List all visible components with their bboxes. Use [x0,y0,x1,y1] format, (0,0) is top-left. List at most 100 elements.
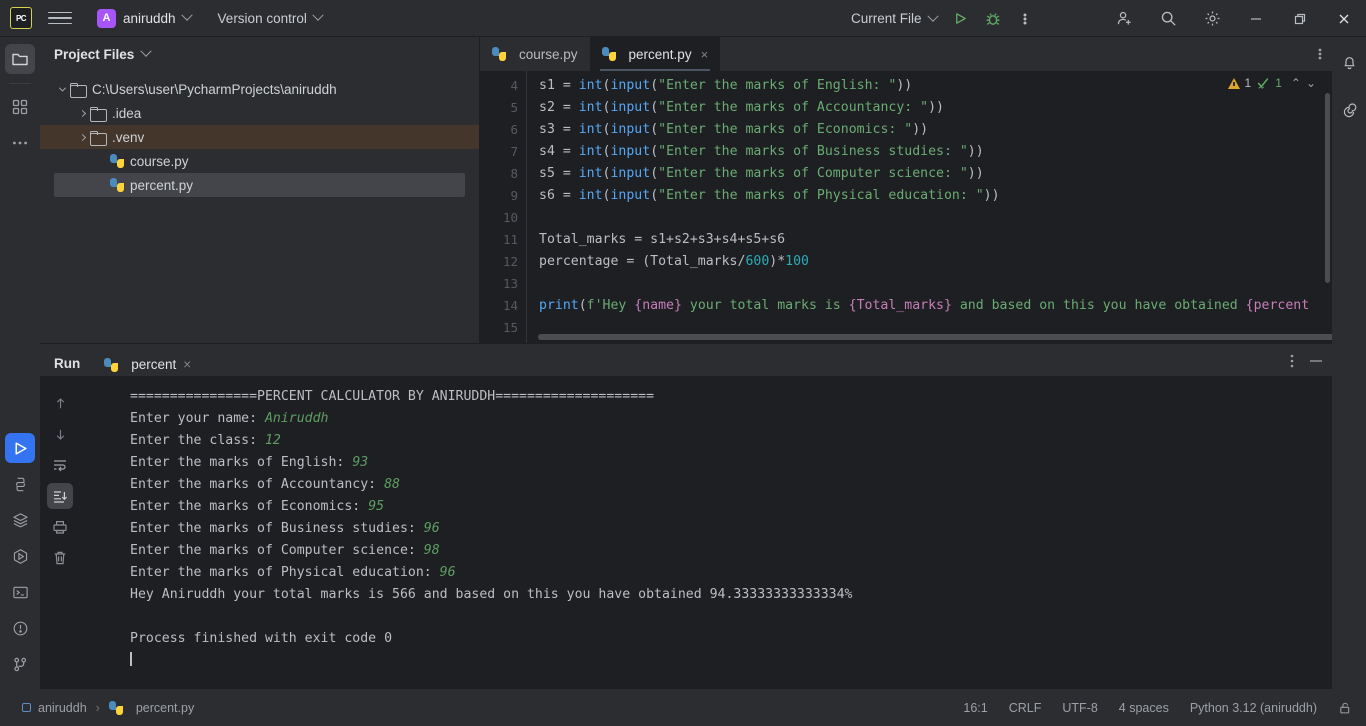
add-user-icon[interactable] [1102,0,1146,37]
restore-icon[interactable] [1278,0,1322,37]
console-text: Enter the marks of Business studies: [130,521,424,536]
tree-item[interactable]: .idea [40,101,479,125]
scroll-to-end-icon[interactable] [47,483,73,509]
tree-item[interactable]: percent.py [54,173,465,197]
code-token: and based on this you have obtained [951,298,1246,313]
scroll-down-icon[interactable] [47,421,73,447]
chevron-right-icon[interactable] [74,133,90,141]
sidebar-item-more-tool-windows[interactable] [5,128,35,158]
breadcrumb-project[interactable]: aniruddh [38,701,87,715]
console-output[interactable]: ================PERCENT CALCULATOR BY AN… [80,376,1332,689]
code-line[interactable]: s5 = int(input("Enter the marks of Compu… [539,163,1309,185]
close-icon[interactable]: × [701,47,709,62]
project-widget[interactable]: A aniruddh [90,6,198,31]
debug-button[interactable] [979,6,1007,32]
code-token: "Enter the marks of Economics: " [658,122,913,137]
tree-item[interactable]: .venv [40,125,479,149]
right-tool-rail [1332,37,1366,689]
code-line[interactable]: print(f'Hey {name} your total marks is {… [539,295,1309,317]
line-number: 10 [502,210,518,225]
minimize-icon[interactable] [1234,0,1278,37]
console-line: Enter the marks of English: 93 [130,452,1332,474]
code-token: int [578,166,603,181]
code-token: s6 = [539,188,579,203]
unlocked-padlock-icon[interactable] [1338,701,1352,715]
sidebar-item-python-packages[interactable] [5,469,35,499]
code-line[interactable] [539,207,1309,229]
next-problem-icon[interactable]: ⌄ [1306,76,1316,90]
chevron-down-icon[interactable] [54,84,70,92]
inspection-widget[interactable]: 1 1 ⌃ ⌄ [1227,76,1316,90]
code-line[interactable]: s3 = int(input("Enter the marks of Econo… [539,119,1309,141]
folder-icon [70,82,87,98]
notifications-bell-icon[interactable] [1334,47,1364,77]
status-bar-right: 16:1 CRLF UTF-8 4 spaces Python 3.12 (an… [963,701,1352,715]
source-code[interactable]: s1 = int(input("Enter the marks of Engli… [526,71,1309,343]
scroll-up-icon[interactable] [47,390,73,416]
run-button[interactable] [947,6,975,32]
version-control-label: Version control [217,10,307,26]
version-control-widget[interactable]: Version control [217,9,324,26]
code-line[interactable]: s2 = int(input("Enter the marks of Accou… [539,97,1309,119]
hide-panel-icon[interactable] [1308,353,1324,372]
code-editor[interactable]: 4 5 6 7 8 9 10 11 12 13 14 15 s1 = int(input("Enter… [480,71,1332,343]
clear-all-icon[interactable] [47,545,73,571]
code-token: ( [650,100,659,115]
soft-wrap-icon[interactable] [47,452,73,478]
code-token: )) [928,100,944,115]
console-line: Enter the marks of Business studies: 96 [130,518,1332,540]
code-token: 100 [785,254,809,269]
file-encoding[interactable]: UTF-8 [1062,701,1097,715]
sidebar-item-database[interactable] [5,505,35,535]
python-interpreter[interactable]: Python 3.12 (aniruddh) [1190,701,1317,715]
sidebar-item-run[interactable] [5,433,35,463]
run-panel-options-icon[interactable] [1290,353,1294,372]
gear-icon[interactable] [1190,0,1234,37]
caret-position[interactable]: 16:1 [963,701,987,715]
run-configuration-selector[interactable]: Current File [845,8,943,29]
line-number: 14 [502,298,518,313]
status-bar: aniruddh › percent.py 16:1 CRLF UTF-8 4 … [0,689,1366,726]
run-panel-header: Run percent × [40,344,1332,380]
code-line[interactable]: Total_marks = s1+s2+s3+s4+s5+s6 [539,229,1309,251]
sidebar-item-problems[interactable] [5,613,35,643]
breadcrumb[interactable]: aniruddh › percent.py [22,700,194,715]
close-icon[interactable] [1322,0,1366,37]
tree-item[interactable]: course.py [40,149,479,173]
ai-assistant-icon[interactable] [1334,97,1364,127]
sidebar-item-project-files[interactable] [5,44,35,74]
indent-setting[interactable]: 4 spaces [1119,701,1169,715]
sidebar-item-structure[interactable] [5,92,35,122]
code-line[interactable] [539,273,1309,295]
chevron-right-icon[interactable] [74,109,90,117]
project-files-header[interactable]: Project Files [40,37,479,71]
sidebar-item-services[interactable] [5,541,35,571]
hamburger-menu-icon[interactable] [48,6,72,30]
python-file-icon [110,178,124,192]
warning-count: 1 [1244,76,1252,90]
close-icon[interactable]: × [183,357,191,372]
editor-tab[interactable]: course.py [480,37,590,71]
editor-tab-label: course.py [519,46,578,62]
pycharm-logo-icon: PC [10,7,32,29]
sidebar-item-version-control[interactable] [5,649,35,679]
breadcrumb-file[interactable]: percent.py [136,701,194,715]
search-icon[interactable] [1146,0,1190,37]
editor-tab-options-icon[interactable] [1318,46,1322,65]
code-line[interactable]: s6 = int(input("Enter the marks of Physi… [539,185,1309,207]
code-token: "Enter the marks of Accountancy: " [658,100,929,115]
line-separator[interactable]: CRLF [1009,701,1042,715]
code-line[interactable]: percentage = (Total_marks/600)*100 [539,251,1309,273]
code-line[interactable]: s4 = int(input("Enter the marks of Busin… [539,141,1309,163]
code-line[interactable]: s1 = int(input("Enter the marks of Engli… [539,75,1309,97]
editor-horizontal-scrollbar[interactable] [538,334,1332,340]
editor-tab[interactable]: percent.py × [589,37,721,71]
sidebar-item-terminal[interactable] [5,577,35,607]
tree-item[interactable]: C:\Users\user\PycharmProjects\aniruddh [40,77,479,101]
print-icon[interactable] [47,514,73,540]
previous-problem-icon[interactable]: ⌃ [1291,76,1301,90]
editor-area: course.py percent.py × 4 5 6 7 8 9 10 11 12 13 14 15 … [480,37,1332,343]
editor-vertical-scrollbar[interactable] [1325,93,1330,283]
more-options-icon[interactable] [1011,6,1039,32]
